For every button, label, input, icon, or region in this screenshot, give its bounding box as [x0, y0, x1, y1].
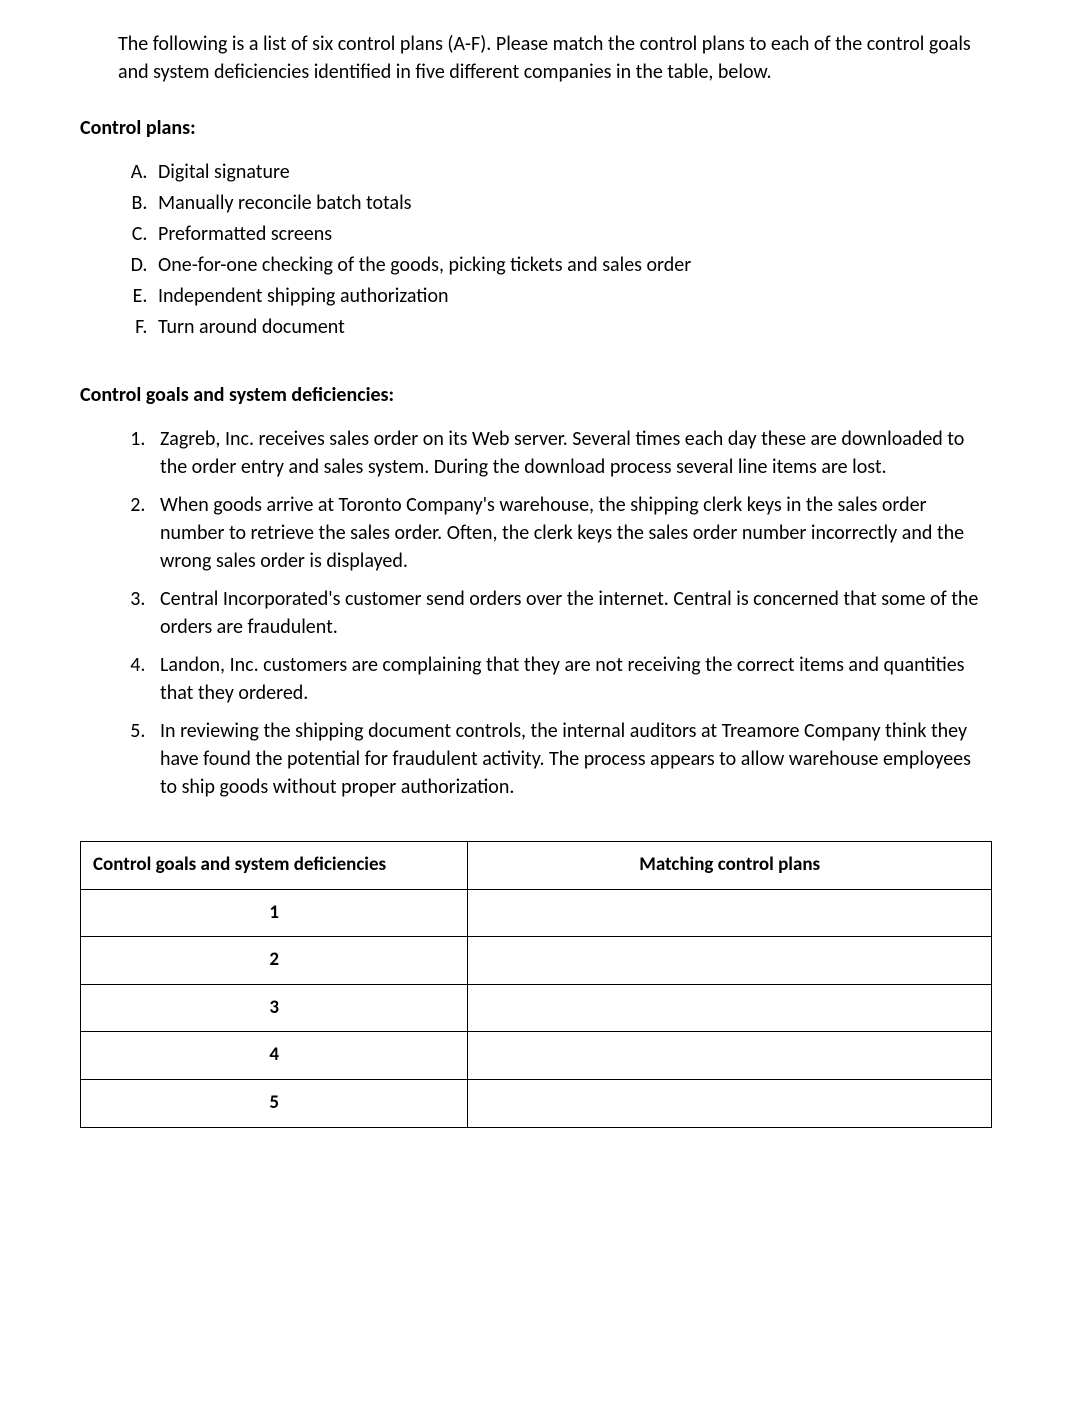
table-row: 2: [81, 937, 992, 985]
matching-answer-cell[interactable]: [468, 984, 992, 1032]
goal-item: Landon, Inc. customers are complaining t…: [150, 651, 992, 707]
matching-answer-cell[interactable]: [468, 1032, 992, 1080]
row-number: 5: [81, 1079, 468, 1127]
table-row: 3: [81, 984, 992, 1032]
row-number: 3: [81, 984, 468, 1032]
matching-table: Control goals and system deficiencies Ma…: [80, 841, 992, 1128]
row-number: 2: [81, 937, 468, 985]
control-plan-item: Digital signature: [152, 158, 992, 186]
goal-item: When goods arrive at Toronto Company's w…: [150, 491, 992, 575]
row-number: 1: [81, 889, 468, 937]
table-row: 4: [81, 1032, 992, 1080]
matching-answer-cell[interactable]: [468, 1079, 992, 1127]
control-plan-item: Preformatted screens: [152, 220, 992, 248]
goals-list: Zagreb, Inc. receives sales order on its…: [80, 425, 992, 801]
goal-item: Central Incorporated's customer send ord…: [150, 585, 992, 641]
table-header-row: Control goals and system deficiencies Ma…: [81, 842, 992, 890]
intro-paragraph: The following is a list of six control p…: [118, 30, 992, 86]
control-plans-heading: Control plans:: [80, 114, 992, 142]
table-row: 5: [81, 1079, 992, 1127]
goals-heading: Control goals and system deficiencies:: [80, 381, 992, 409]
row-number: 4: [81, 1032, 468, 1080]
goal-item: Zagreb, Inc. receives sales order on its…: [150, 425, 992, 481]
matching-answer-cell[interactable]: [468, 937, 992, 985]
control-plan-item: One-for-one checking of the goods, picki…: [152, 251, 992, 279]
control-plan-item: Independent shipping authorization: [152, 282, 992, 310]
matching-answer-cell[interactable]: [468, 889, 992, 937]
table-row: 1: [81, 889, 992, 937]
control-plans-section: Control plans: Digital signature Manuall…: [80, 114, 992, 341]
goal-item: In reviewing the shipping document contr…: [150, 717, 992, 801]
table-header-col2: Matching control plans: [468, 842, 992, 890]
control-plan-item: Turn around document: [152, 313, 992, 341]
control-plans-list: Digital signature Manually reconcile bat…: [80, 158, 992, 341]
control-plan-item: Manually reconcile batch totals: [152, 189, 992, 217]
goals-section: Control goals and system deficiencies: Z…: [80, 381, 992, 801]
table-header-col1: Control goals and system deficiencies: [81, 842, 468, 890]
